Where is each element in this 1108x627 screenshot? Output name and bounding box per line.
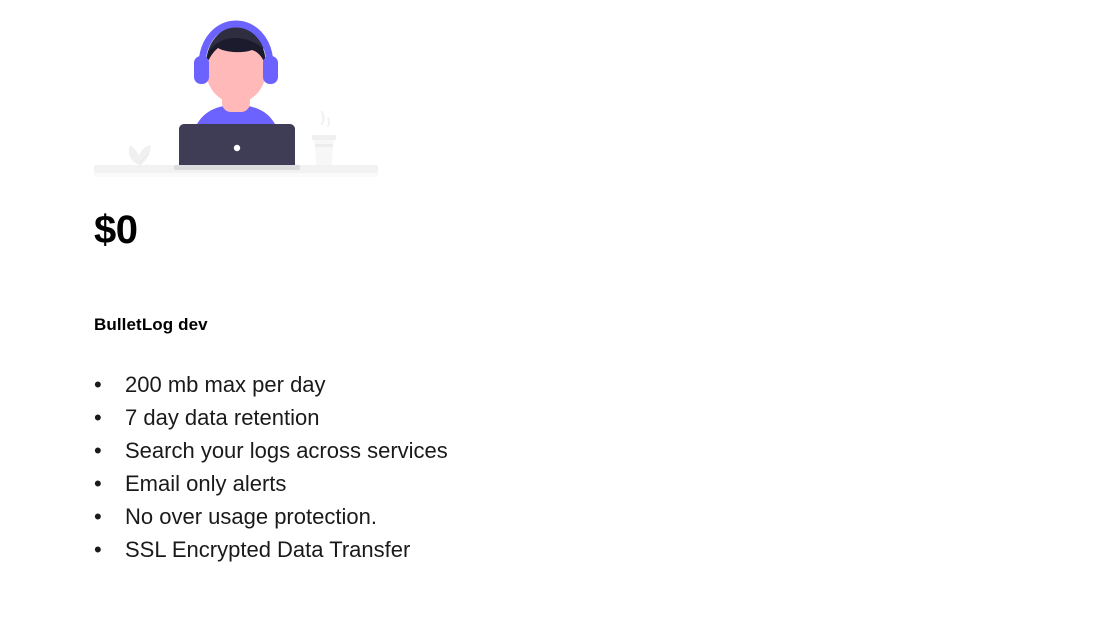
- plan-feature-item: 7 day data retention: [94, 401, 534, 434]
- plan-feature-item: No over usage protection.: [94, 500, 534, 533]
- plan-feature-item: Email only alerts: [94, 467, 534, 500]
- pricing-slide: $0 BulletLog dev 200 mb max per day 7 da…: [0, 0, 1108, 627]
- plan-feature-item: 200 mb max per day: [94, 368, 534, 401]
- plan-name: BulletLog dev: [94, 315, 208, 334]
- developer-at-desk-illustration: [94, 8, 378, 186]
- plan-feature-item: Search your logs across services: [94, 434, 534, 467]
- plan-feature-item: SSL Encrypted Data Transfer: [94, 533, 534, 566]
- plan-feature-list: 200 mb max per day 7 day data retention …: [94, 368, 534, 566]
- plan-price: $0: [94, 208, 138, 252]
